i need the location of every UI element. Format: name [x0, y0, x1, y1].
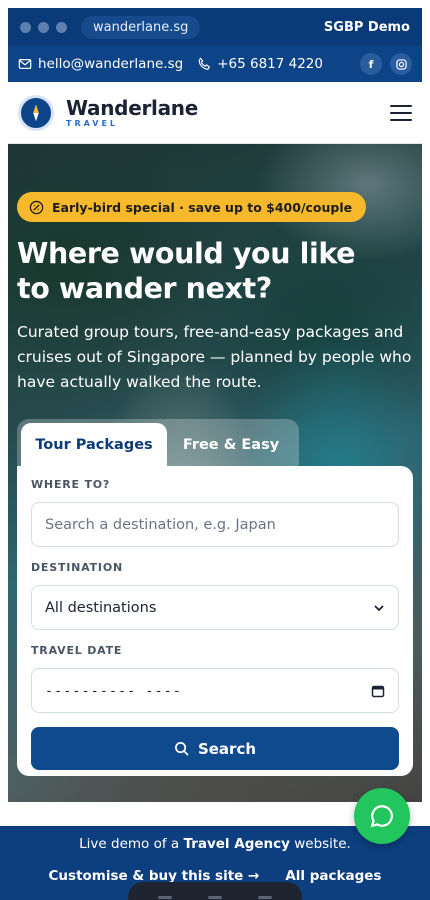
mail-icon [18, 59, 32, 69]
brand-name: Wanderlane [66, 96, 198, 120]
phone-text: +65 6817 4220 [217, 56, 323, 72]
footer-text-prefix: Live demo of a [79, 836, 184, 852]
travel-date-label: TRAVEL DATE [31, 644, 123, 657]
hero-title-line: Where would you like [17, 237, 356, 270]
contact-bar: hello@wanderlane.sg +65 6817 4220 f [8, 46, 422, 82]
hero-title-line: to wander next? [17, 272, 272, 305]
promo-text: Early-bird special · save up to $400/cou… [52, 199, 353, 215]
brand-tagline: TRAVEL [66, 119, 119, 128]
search-button-label: Search [197, 739, 257, 758]
email-text: hello@wanderlane.sg [38, 56, 184, 72]
bottom-nav-pill [128, 882, 302, 900]
brand[interactable]: Wanderlane TRAVEL [66, 97, 198, 128]
chat-icon [370, 805, 393, 828]
destination-label: DESTINATION [31, 561, 123, 574]
footer-text-bold: Travel Agency [183, 836, 290, 852]
tab-tour-packages[interactable]: Tour Packages [21, 423, 167, 467]
search-icon [174, 742, 189, 756]
window-dot[interactable] [20, 21, 31, 33]
footer-text-suffix: website. [289, 836, 351, 852]
hero-section: Early-bird special · save up to $400/cou… [8, 144, 422, 802]
search-form: WHERE TO? DESTINATION All destinations T… [17, 466, 413, 776]
compass-logo-icon[interactable] [18, 94, 54, 131]
chevron-down-icon [374, 604, 384, 611]
where-to-field[interactable] [31, 502, 399, 547]
tag-icon [29, 200, 44, 214]
facebook-icon[interactable]: f [360, 53, 382, 75]
hero-subtitle: Curated group tours, free-and-easy packa… [17, 323, 412, 391]
instagram-icon[interactable] [390, 53, 412, 75]
promo-badge: Early-bird special · save up to $400/cou… [17, 192, 367, 222]
search-tabs: Tour Packages Free & Easy [17, 419, 299, 467]
all-packages-link[interactable]: All packages [285, 868, 381, 884]
destination-select[interactable]: All destinations [31, 585, 399, 630]
demo-label: SGBP Demo [323, 19, 410, 35]
url-bar[interactable]: wanderlane.sg [81, 15, 201, 39]
window-controls [20, 21, 67, 33]
travel-date-input[interactable]: ---------- ---- [31, 668, 399, 713]
calendar-icon[interactable] [371, 684, 385, 698]
phone-link[interactable]: +65 6817 4220 [197, 56, 323, 72]
nav-handle[interactable] [258, 895, 272, 899]
browser-bar: wanderlane.sg SGBP Demo [8, 8, 422, 46]
window-dot[interactable] [38, 21, 49, 33]
social-links: f [360, 53, 412, 75]
site-header: Wanderlane TRAVEL [8, 82, 422, 144]
travel-date-value: ---------- ---- [45, 682, 182, 699]
destination-select-value: All destinations [45, 599, 157, 616]
chat-button[interactable] [354, 788, 410, 844]
phone-icon [198, 57, 211, 70]
window-dot[interactable] [56, 21, 67, 33]
tab-free-and-easy[interactable]: Free & Easy [167, 423, 295, 467]
search-button[interactable]: Search [31, 727, 399, 770]
email-link[interactable]: hello@wanderlane.sg [18, 56, 183, 72]
destination-search-input[interactable] [45, 516, 385, 533]
nav-handle[interactable] [158, 895, 172, 899]
where-to-label: WHERE TO? [31, 478, 111, 491]
hero-title: Where would you like to wander next? [17, 236, 407, 306]
hamburger-menu-icon[interactable] [390, 104, 412, 121]
nav-handle[interactable] [208, 895, 222, 899]
